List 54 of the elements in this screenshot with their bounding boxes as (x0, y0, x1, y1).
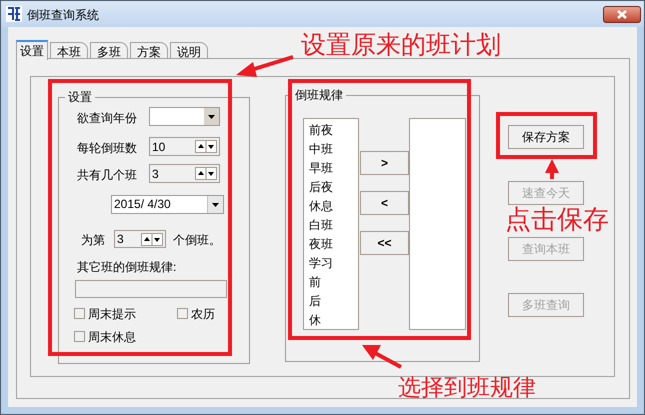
arrow (545, 159, 559, 179)
tab[interactable]: 多班 (90, 42, 128, 59)
spin-arrows-icon (196, 168, 216, 179)
spinner-field[interactable]: 10 (149, 137, 220, 156)
field-label: 为第 (81, 234, 105, 246)
move-button[interactable]: > (360, 151, 409, 175)
field-label: 其它班的倒班规律: (77, 261, 176, 273)
list-item[interactable]: 休息 (309, 197, 358, 216)
annotation-text: 选择到班规律 (398, 376, 536, 399)
close-icon (617, 10, 627, 19)
tab[interactable]: 本班 (50, 42, 88, 59)
list-item[interactable]: 休 (309, 311, 358, 330)
move-button[interactable]: << (360, 231, 409, 255)
list-item[interactable]: 白班 (309, 216, 358, 235)
list-box[interactable] (409, 118, 466, 330)
checkbox[interactable] (74, 331, 85, 342)
group-title: 设置 (65, 91, 95, 103)
list-item[interactable]: 早班 (309, 159, 358, 178)
spin-arrows-icon (196, 141, 216, 152)
list-item[interactable]: 学习 (309, 254, 358, 273)
list-item[interactable]: 后夜 (309, 178, 358, 197)
list-item[interactable]: 后 (309, 292, 358, 311)
tab[interactable]: 设置 (16, 40, 48, 60)
list-item[interactable]: 夜班 (309, 235, 358, 254)
field-label: 个倒班。 (173, 234, 221, 246)
window-title: 倒班查询系统 (27, 7, 99, 24)
checkbox[interactable] (74, 308, 85, 319)
year-dropdown[interactable] (149, 107, 220, 126)
field-label: 欲查询年份 (77, 112, 137, 124)
spin-arrows-icon (142, 234, 162, 244)
arrow (362, 345, 402, 369)
checkbox[interactable] (177, 308, 188, 319)
checkbox-label: 周末休息 (88, 331, 136, 343)
app-icon (5, 5, 23, 23)
tab[interactable]: 方案 (130, 42, 168, 59)
field-label: 共有几个班 (77, 169, 137, 181)
close-button[interactable] (603, 6, 641, 23)
action-button[interactable]: 保存方案 (508, 125, 584, 149)
arrow (236, 55, 294, 77)
field-label: 每轮倒班数 (77, 142, 137, 154)
date-picker[interactable]: 2015/ 4/30 (111, 195, 224, 214)
spinner-field[interactable]: 3 (149, 164, 220, 183)
dropdown-arrow-icon (208, 114, 215, 118)
dropdown-arrow-icon (212, 202, 219, 206)
annotation-text: 点击保存 (505, 207, 609, 233)
tab[interactable]: 说明 (170, 42, 208, 59)
annotation-text: 设置原来的班计划 (301, 33, 501, 58)
list-item[interactable]: 前夜 (309, 121, 358, 140)
checkbox-label: 农历 (191, 308, 215, 320)
move-button[interactable]: < (360, 191, 409, 215)
checkbox-label: 周末提示 (88, 308, 136, 320)
list-item[interactable]: 中班 (309, 140, 358, 159)
list-item[interactable]: 前 (309, 273, 358, 292)
spinner-field[interactable]: 3 (114, 230, 166, 248)
